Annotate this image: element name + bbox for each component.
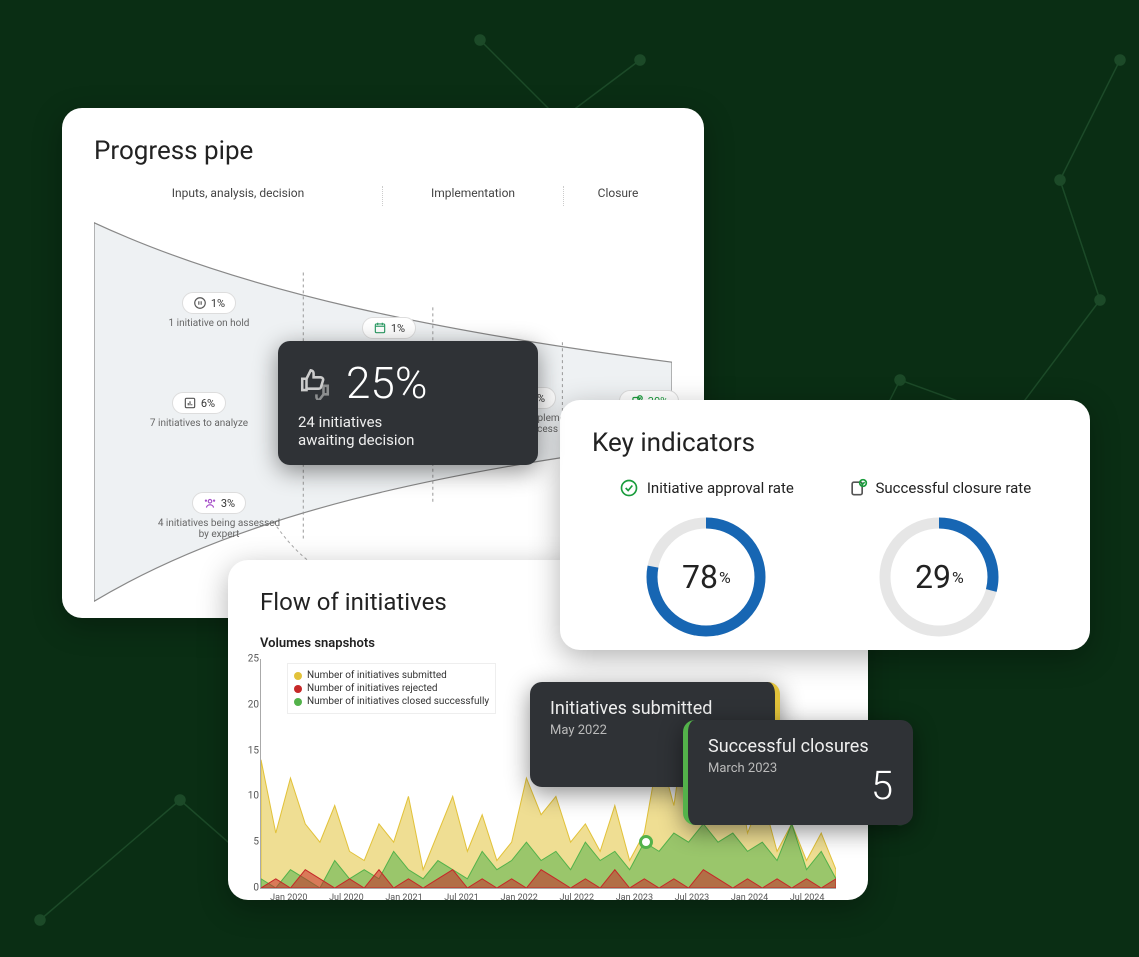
ki-title: Key indicators — [592, 428, 1058, 458]
donut-approval: 78% — [641, 512, 771, 642]
calendar-icon — [373, 321, 387, 335]
flow-legend: Number of initiatives submitted Number o… — [287, 663, 496, 714]
pause-icon — [193, 296, 207, 310]
thumbs-icon — [298, 366, 332, 400]
node-analyze[interactable]: 6% 7 initiatives to analyze — [134, 392, 264, 429]
popup-closures: Successful closures March 2023 5 — [683, 720, 913, 825]
header-inputs: Inputs, analysis, decision — [94, 186, 383, 206]
popup-decision-line2: awaiting decision — [298, 431, 518, 449]
check-circle-icon — [619, 478, 639, 498]
header-closure: Closure — [564, 186, 672, 206]
marker-closures — [639, 835, 653, 849]
x-axis: Jan 2020Jul 2020Jan 2021Jul 2021Jan 2022… — [260, 893, 836, 903]
key-indicators-card: Key indicators Initiative approval rate … — [560, 400, 1090, 650]
expert-icon — [203, 496, 217, 510]
progress-title: Progress pipe — [94, 136, 672, 166]
pipe-stage-headers: Inputs, analysis, decision Implementatio… — [94, 186, 672, 206]
ki-closure: Successful closure rate 29% — [848, 478, 1032, 642]
y-axis: 252015 1050 — [239, 659, 259, 888]
donut-closure: 29% — [874, 512, 1004, 642]
popup-decision-line1: 24 initiatives — [298, 413, 518, 431]
popup-awaiting-decision: 25% 24 initiatives awaiting decision — [278, 341, 538, 465]
header-implementation: Implementation — [383, 186, 564, 206]
clipboard-success-icon — [848, 478, 868, 498]
ki-approval: Initiative approval rate 78% — [619, 478, 794, 642]
popup-decision-value: 25% — [346, 357, 427, 409]
node-on-hold[interactable]: 1% 1 initiative on hold — [144, 292, 274, 329]
node-expert[interactable]: 3% 4 initiatives being assessed by exper… — [154, 492, 284, 540]
chart-bar-icon — [183, 396, 197, 410]
